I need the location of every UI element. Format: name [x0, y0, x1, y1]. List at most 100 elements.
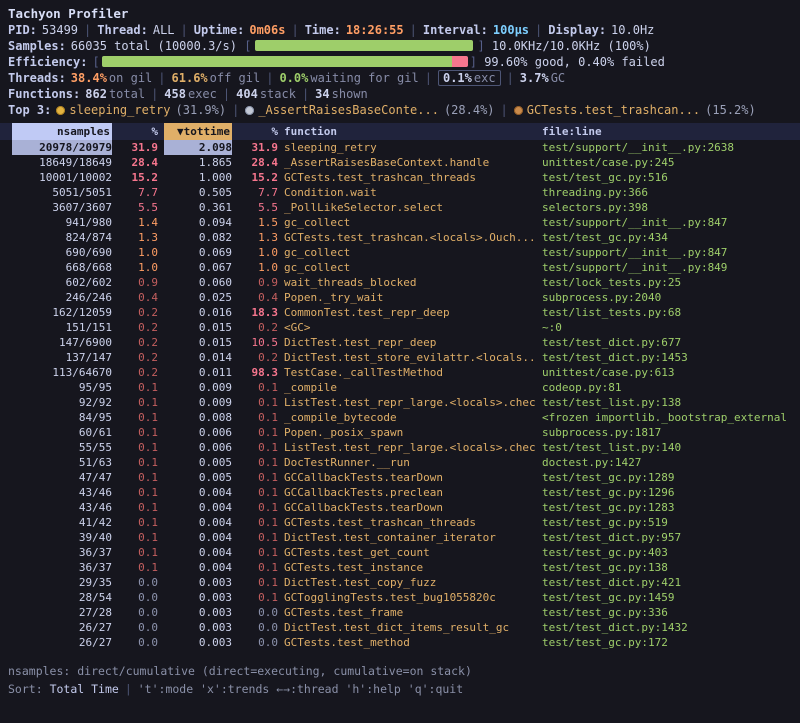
- tottime-cell: 0.060: [164, 275, 232, 290]
- table-row[interactable]: 60/610.10.0060.1Popen._posix_spawnsubpro…: [0, 425, 800, 440]
- table-row[interactable]: 84/950.10.0080.1_compile_bytecode<frozen…: [0, 410, 800, 425]
- header-function[interactable]: function: [284, 123, 536, 140]
- pct-direct-cell: 7.7: [118, 185, 158, 200]
- sort-label: Sort:: [8, 682, 43, 696]
- table-row[interactable]: 3607/36075.50.3615.5_PollLikeSelector.se…: [0, 200, 800, 215]
- function-cell: DictTest.test_copy_fuzz: [284, 575, 536, 590]
- pct-cum-cell: 0.1: [238, 410, 278, 425]
- nsamples-cell: 162/12059: [12, 305, 112, 320]
- table-row[interactable]: 92/920.10.0090.1ListTest.test_repr_large…: [0, 395, 800, 410]
- header-pct-direct[interactable]: %: [118, 123, 158, 140]
- nsamples-cell: 690/690: [12, 245, 112, 260]
- table-row[interactable]: 26/270.00.0030.0GCTests.test_methodtest/…: [0, 635, 800, 650]
- pct-direct-cell: 0.0: [118, 635, 158, 650]
- table-row[interactable]: 147/69000.20.01510.5DictTest.test_repr_d…: [0, 335, 800, 350]
- pct-cum-cell: 0.1: [238, 590, 278, 605]
- table-row[interactable]: 941/9801.40.0941.5gc_collecttest/support…: [0, 215, 800, 230]
- samples-summary: 66035 total (10000.3/s): [71, 39, 237, 53]
- pct-cum-cell: 1.0: [238, 260, 278, 275]
- function-cell: DictTest.test_store_evilattr.<locals...: [284, 350, 536, 365]
- header-file[interactable]: file:line: [542, 123, 788, 140]
- table-row[interactable]: 10001/1000215.21.00015.2GCTests.test_tra…: [0, 170, 800, 185]
- pct-direct-cell: 0.1: [118, 395, 158, 410]
- table-row[interactable]: 246/2460.40.0250.4Popen._try_waitsubproc…: [0, 290, 800, 305]
- file-cell: test/test_gc.py:516: [542, 170, 788, 185]
- table-row[interactable]: 47/470.10.0050.1GCCallbackTests.tearDown…: [0, 470, 800, 485]
- pct-direct-cell: 0.9: [118, 275, 158, 290]
- nsamples-cell: 39/40: [12, 530, 112, 545]
- threads-exc: 0.1%exc: [438, 70, 501, 86]
- pct-cum-cell: 0.1: [238, 515, 278, 530]
- table-row[interactable]: 20978/2097931.92.09831.9sleeping_retryte…: [0, 140, 800, 155]
- separator: |: [501, 103, 508, 117]
- table-row[interactable]: 151/1510.20.0150.2<GC>~:0: [0, 320, 800, 335]
- nsamples-cell: 941/980: [12, 215, 112, 230]
- table-row[interactable]: 5051/50517.70.5057.7Condition.waitthread…: [0, 185, 800, 200]
- table-row[interactable]: 95/950.10.0090.1_compilecodeop.py:81: [0, 380, 800, 395]
- table-row[interactable]: 602/6020.90.0600.9wait_threads_blockedte…: [0, 275, 800, 290]
- table-row[interactable]: 18649/1864928.41.86528.4_AssertRaisesBas…: [0, 155, 800, 170]
- functions-shown: 34shown: [315, 87, 368, 101]
- function-cell: DocTestRunner.__run: [284, 455, 536, 470]
- function-cell: GCTests.test_trashcan_threads: [284, 170, 536, 185]
- nsamples-cell: 43/46: [12, 500, 112, 515]
- nsamples-cell: 43/46: [12, 485, 112, 500]
- header-pct-cum[interactable]: %: [238, 123, 278, 140]
- table-row[interactable]: 113/646700.20.01198.3TestCase._callTestM…: [0, 365, 800, 380]
- tottime-cell: 0.003: [164, 635, 232, 650]
- file-cell: unittest/case.py:245: [542, 155, 788, 170]
- file-cell: test/test_gc.py:172: [542, 635, 788, 650]
- nsamples-cell: 26/27: [12, 620, 112, 635]
- file-cell: test/support/__init__.py:2638: [542, 140, 788, 155]
- table-row[interactable]: 26/270.00.0030.0DictTest.test_dict_items…: [0, 620, 800, 635]
- header-nsamples[interactable]: nsamples: [12, 123, 112, 140]
- table-row[interactable]: 36/370.10.0040.1GCTests.test_get_countte…: [0, 545, 800, 560]
- pct-direct-cell: 0.2: [118, 365, 158, 380]
- bar-bracket: ]: [470, 55, 477, 69]
- nsamples-cell: 602/602: [12, 275, 112, 290]
- table-row[interactable]: 27/280.00.0030.0GCTests.test_frametest/t…: [0, 605, 800, 620]
- nsamples-cell: 20978/20979: [12, 140, 112, 155]
- function-cell: _compile: [284, 380, 536, 395]
- table-row[interactable]: 690/6901.00.0691.0gc_collecttest/support…: [0, 245, 800, 260]
- tottime-cell: 0.011: [164, 365, 232, 380]
- pct-direct-cell: 0.1: [118, 380, 158, 395]
- table-row[interactable]: 668/6681.00.0671.0gc_collecttest/support…: [0, 260, 800, 275]
- tottime-cell: 0.006: [164, 440, 232, 455]
- file-cell: test/test_dict.py:421: [542, 575, 788, 590]
- table-row[interactable]: 36/370.10.0040.1GCTests.test_instancetes…: [0, 560, 800, 575]
- nsamples-cell: 151/151: [12, 320, 112, 335]
- table-row[interactable]: 43/460.10.0040.1GCCallbackTests.preclean…: [0, 485, 800, 500]
- table-row[interactable]: 162/120590.20.01618.3CommonTest.test_rep…: [0, 305, 800, 320]
- table-row[interactable]: 41/420.10.0040.1GCTests.test_trashcan_th…: [0, 515, 800, 530]
- table-row[interactable]: 43/460.10.0040.1GCCallbackTests.tearDown…: [0, 500, 800, 515]
- table-row[interactable]: 137/1470.20.0140.2DictTest.test_store_ev…: [0, 350, 800, 365]
- file-cell: test/test_dict.py:957: [542, 530, 788, 545]
- key-hints: 't':mode 'x':trends ←→:thread 'h':help '…: [138, 682, 463, 696]
- header-tottime[interactable]: ▼tottime: [164, 123, 232, 140]
- pct-direct-cell: 1.0: [118, 245, 158, 260]
- pct-direct-cell: 0.0: [118, 590, 158, 605]
- nsamples-cell: 28/54: [12, 590, 112, 605]
- function-cell: DictTest.test_container_iterator: [284, 530, 536, 545]
- nsamples-cell: 18649/18649: [12, 155, 112, 170]
- file-cell: test/test_gc.py:1459: [542, 590, 788, 605]
- table-row[interactable]: 39/400.10.0040.1DictTest.test_container_…: [0, 530, 800, 545]
- pct-cum-cell: 0.2: [238, 350, 278, 365]
- tottime-cell: 0.004: [164, 530, 232, 545]
- pct-direct-cell: 0.0: [118, 575, 158, 590]
- file-cell: test/test_dict.py:1453: [542, 350, 788, 365]
- table-row[interactable]: 28/540.00.0030.1GCTogglingTests.test_bug…: [0, 590, 800, 605]
- file-cell: test/support/__init__.py:847: [542, 215, 788, 230]
- pct-cum-cell: 0.1: [238, 545, 278, 560]
- pct-direct-cell: 0.1: [118, 425, 158, 440]
- tottime-cell: 0.003: [164, 620, 232, 635]
- file-cell: test/test_gc.py:336: [542, 605, 788, 620]
- samples-line: Samples:66035 total (10000.3/s) [] 10.0K…: [0, 38, 800, 54]
- table-row[interactable]: 824/8741.30.0821.3GCTests.test_trashcan.…: [0, 230, 800, 245]
- tottime-cell: 0.004: [164, 485, 232, 500]
- table-row[interactable]: 29/350.00.0030.1DictTest.test_copy_fuzzt…: [0, 575, 800, 590]
- table-row[interactable]: 51/630.10.0050.1DocTestRunner.__rundocte…: [0, 455, 800, 470]
- function-cell: DictTest.test_repr_deep: [284, 335, 536, 350]
- table-row[interactable]: 55/550.10.0060.1ListTest.test_repr_large…: [0, 440, 800, 455]
